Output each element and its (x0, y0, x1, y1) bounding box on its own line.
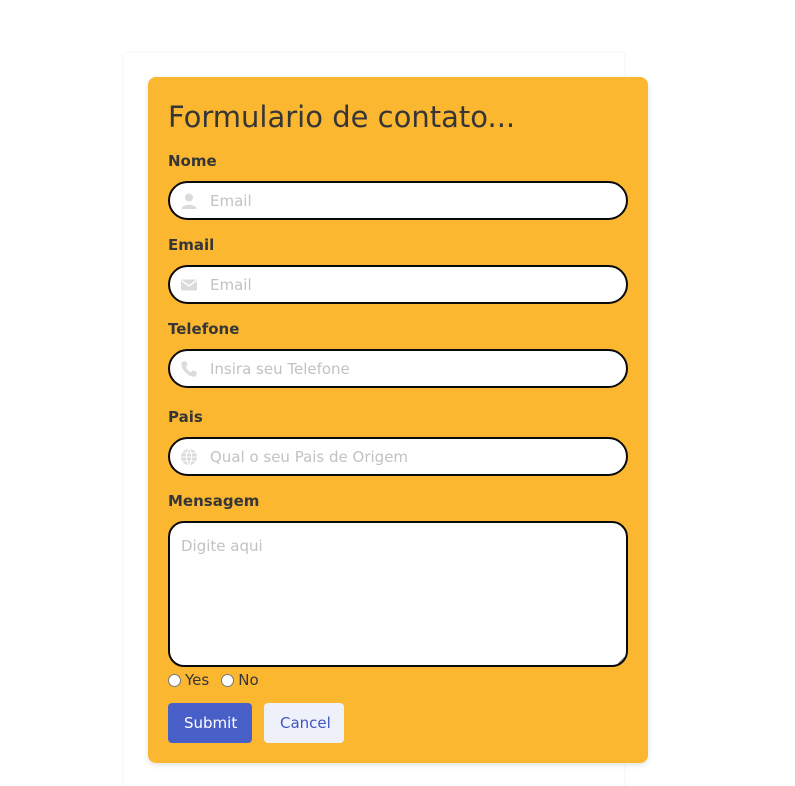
email-label: Email (168, 236, 215, 254)
message-textarea[interactable] (170, 523, 626, 665)
form-title: Formulario de contato... (168, 100, 516, 134)
country-input[interactable] (210, 439, 610, 474)
yes-radio[interactable] (168, 673, 181, 687)
name-label: Nome (168, 152, 217, 170)
name-field[interactable] (168, 181, 628, 220)
yes-option[interactable]: Yes (168, 671, 209, 689)
contact-form: Formulario de contato... Nome Email Tele… (148, 77, 648, 763)
email-input[interactable] (210, 267, 610, 302)
country-label: Pais (168, 408, 203, 426)
country-field[interactable] (168, 437, 628, 476)
phone-label: Telefone (168, 320, 240, 338)
no-label: No (238, 671, 259, 689)
phone-field[interactable] (168, 349, 628, 388)
message-label: Mensagem (168, 492, 260, 510)
email-field[interactable] (168, 265, 628, 304)
name-input[interactable] (210, 183, 610, 218)
cancel-button[interactable]: Cancel (264, 703, 344, 743)
phone-input[interactable] (210, 351, 610, 386)
yes-no-radio-group: Yes No (168, 670, 271, 690)
envelope-icon (180, 276, 198, 294)
no-option[interactable]: No (221, 671, 259, 689)
message-field[interactable] (168, 521, 628, 667)
submit-button[interactable]: Submit (168, 703, 252, 743)
no-radio[interactable] (221, 673, 235, 687)
page: Formulario de contato... Nome Email Tele… (0, 0, 795, 786)
user-icon (180, 192, 198, 210)
yes-label: Yes (185, 671, 210, 689)
phone-icon (180, 360, 198, 378)
globe-icon (180, 448, 198, 466)
